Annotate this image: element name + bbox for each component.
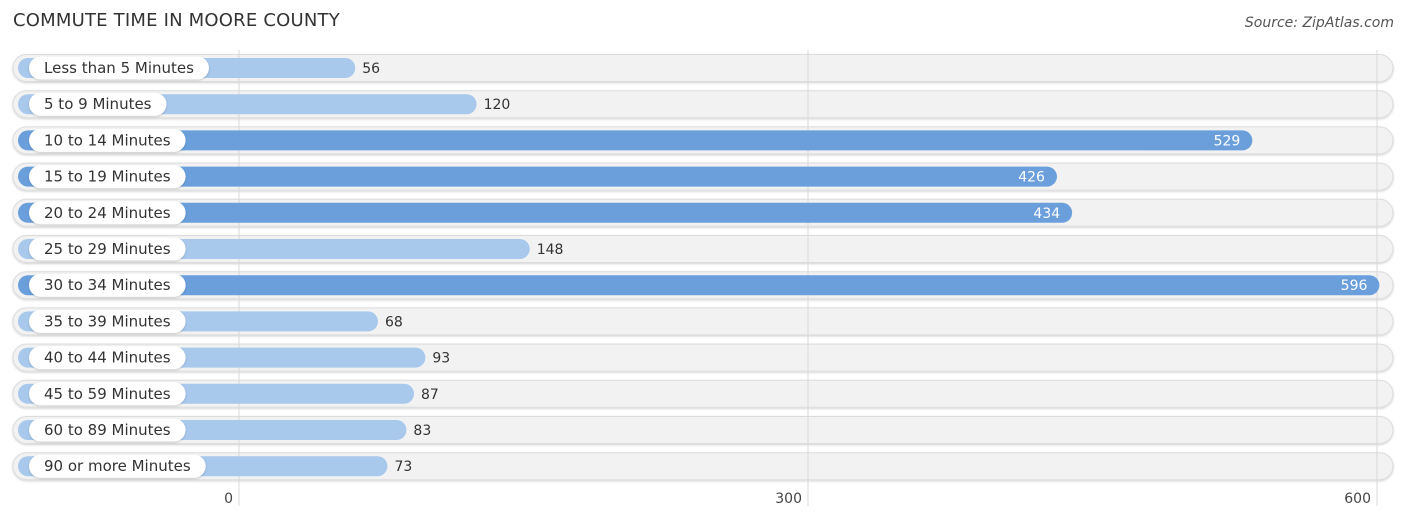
category-label: 60 to 89 Minutes	[44, 421, 171, 439]
value-label: 434	[1033, 206, 1060, 222]
bar-row: 30 to 34 Minutes 596	[18, 273, 1380, 297]
bar-row: 10 to 14 Minutes 529	[18, 128, 1253, 152]
value-label: 93	[432, 351, 450, 367]
value-label: 529	[1214, 133, 1241, 149]
value-label: 120	[484, 97, 511, 113]
value-label: 68	[385, 314, 403, 330]
category-label: 15 to 19 Minutes	[44, 168, 171, 186]
value-label: 426	[1018, 170, 1045, 186]
bar-row: 35 to 39 Minutes 68	[18, 309, 403, 333]
value-label: 83	[413, 423, 431, 439]
category-label: 30 to 34 Minutes	[44, 276, 171, 294]
bar	[18, 130, 1253, 151]
value-label: 148	[537, 242, 564, 258]
value-label: 73	[394, 459, 412, 475]
category-label: 45 to 59 Minutes	[44, 385, 171, 403]
x-tick-label: 600	[1344, 491, 1371, 507]
bar-row: 60 to 89 Minutes 83	[18, 418, 431, 442]
bar-row: 45 to 59 Minutes 87	[18, 382, 439, 406]
category-label: 20 to 24 Minutes	[44, 204, 171, 222]
bar-row: Less than 5 Minutes 56	[18, 56, 380, 80]
value-label: 56	[362, 61, 380, 77]
value-label: 596	[1341, 278, 1368, 294]
category-label: 10 to 14 Minutes	[44, 131, 171, 149]
value-label: 87	[421, 387, 439, 403]
category-label: 90 or more Minutes	[44, 457, 191, 475]
x-tick-label: 300	[775, 491, 802, 507]
bar-row: 5 to 9 Minutes 120	[18, 92, 511, 116]
category-label: Less than 5 Minutes	[44, 59, 194, 77]
bar-row: 15 to 19 Minutes 426	[18, 165, 1057, 189]
bar-row: 90 or more Minutes 73	[18, 454, 412, 478]
bar-chart: Less than 5 Minutes 56 5 to 9 Minutes 120 10…	[12, 50, 1394, 507]
category-label: 25 to 29 Minutes	[44, 240, 171, 258]
category-label: 5 to 9 Minutes	[44, 95, 152, 113]
x-tick-label: 0	[224, 491, 233, 507]
category-label: 35 to 39 Minutes	[44, 312, 171, 330]
bar-row: 25 to 29 Minutes 148	[18, 237, 564, 261]
category-label: 40 to 44 Minutes	[44, 349, 171, 367]
bar-row: 20 to 24 Minutes 434	[18, 201, 1073, 225]
bar	[18, 275, 1380, 296]
bar-row: 40 to 44 Minutes 93	[18, 346, 450, 370]
